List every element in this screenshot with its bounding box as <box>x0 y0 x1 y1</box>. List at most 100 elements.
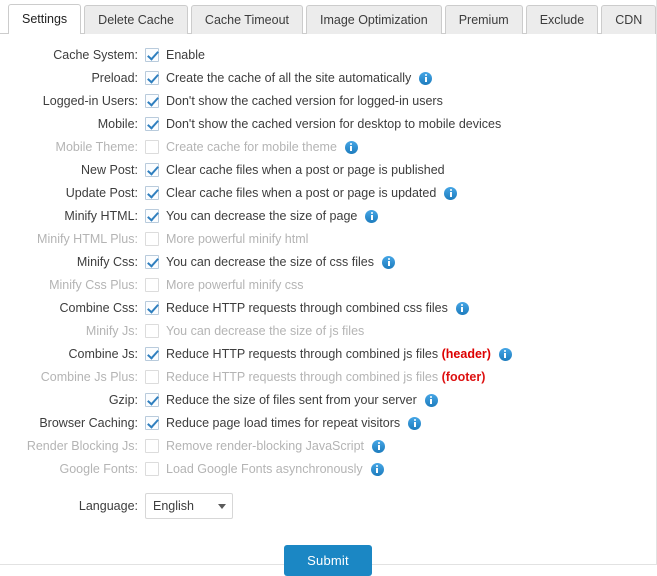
row-render-blocking-js: Render Blocking Js: Remove render-blockin… <box>0 435 656 457</box>
checkbox-label-new-post[interactable]: Clear cache files when a post or page is… <box>166 164 445 177</box>
checkbox-google-fonts <box>145 462 159 476</box>
checkbox-browser-caching[interactable] <box>145 416 159 430</box>
info-icon-render-blocking-js[interactable] <box>372 439 386 453</box>
checkbox-render-blocking-js <box>145 439 159 453</box>
checkbox-label-logged-in-users[interactable]: Don't show the cached version for logged… <box>166 95 443 108</box>
checkbox-label-gzip[interactable]: Reduce the size of files sent from your … <box>166 394 417 407</box>
info-icon-minify-css[interactable] <box>382 255 395 269</box>
checkbox-label-minify-js: You can decrease the size of js files <box>166 323 365 338</box>
checkbox-logged-in-users[interactable] <box>145 94 159 108</box>
field-minify-css-plus: More powerful minify css <box>145 278 656 292</box>
checkbox-label-mobile-theme: Create cache for mobile theme <box>166 139 337 154</box>
checkbox-label-cache-system[interactable]: Enable <box>166 49 205 62</box>
row-minify-js: Minify Js: You can decrease the size of j… <box>0 320 656 342</box>
info-icon-combine-js[interactable] <box>498 347 512 361</box>
checkbox-label-minify-css-plus: More powerful minify css <box>166 277 304 292</box>
checkbox-label-update-post[interactable]: Clear cache files when a post or page is… <box>166 187 436 200</box>
checkbox-gzip[interactable] <box>145 393 159 407</box>
label-render-blocking-js: Render Blocking Js: <box>26 438 138 453</box>
checkbox-label-emphasis: (header) <box>441 346 491 361</box>
checkbox-label-mobile[interactable]: Don't show the cached version for deskto… <box>166 118 501 131</box>
info-icon-minify-html[interactable] <box>365 209 379 223</box>
field-browser-caching: Reduce page load times for repeat visito… <box>145 416 656 430</box>
checkbox-label-text: Reduce HTTP requests through combined js… <box>166 346 439 361</box>
field-render-blocking-js: Remove render-blocking JavaScript <box>145 439 656 453</box>
checkbox-combine-js[interactable] <box>145 347 159 361</box>
language-select[interactable]: English <box>145 493 233 519</box>
checkbox-label-preload[interactable]: Create the cache of all the site automat… <box>166 72 411 85</box>
row-mobile-theme: Mobile Theme: Create cache for mobile the… <box>0 136 656 158</box>
checkbox-label-combine-js-plus: Reduce HTTP requests through combined js… <box>166 371 485 384</box>
field-minify-html: You can decrease the size of page <box>145 209 656 223</box>
row-browser-caching: Browser Caching: Reduce page load times f… <box>0 412 656 434</box>
checkbox-label-render-blocking-js: Remove render-blocking JavaScript <box>166 438 365 453</box>
checkbox-minify-html[interactable] <box>145 209 159 223</box>
tab-cdn[interactable]: CDN <box>601 4 657 34</box>
tab-exclude[interactable]: Exclude <box>525 4 599 34</box>
checkbox-combine-js-plus <box>145 370 159 384</box>
field-minify-css: You can decrease the size of css files <box>145 255 656 269</box>
field-combine-js: Reduce HTTP requests through combined js… <box>145 347 656 361</box>
row-logged-in-users: Logged-in Users: Don't show the cached ve… <box>0 90 656 112</box>
label-minify-css: Minify Css: <box>76 254 138 269</box>
field-google-fonts: Load Google Fonts asynchronously <box>145 462 656 476</box>
tab-cache-timeout[interactable]: Cache Timeout <box>190 4 303 34</box>
label-combine-js-plus: Combine Js Plus: <box>40 369 138 384</box>
info-icon-mobile-theme[interactable] <box>344 140 358 154</box>
row-minify-html: Minify HTML: You can decrease the size of… <box>0 205 656 227</box>
label-mobile: Mobile: <box>97 116 138 131</box>
language-label: Language: <box>78 498 138 513</box>
field-combine-css: Reduce HTTP requests through combined cs… <box>145 301 656 315</box>
info-icon-preload[interactable] <box>419 71 433 85</box>
label-preload: Preload: <box>91 70 138 85</box>
tab-delete-cache[interactable]: Delete Cache <box>84 4 188 34</box>
field-minify-js: You can decrease the size of js files <box>145 324 656 338</box>
checkbox-label-combine-css[interactable]: Reduce HTTP requests through combined cs… <box>166 302 448 315</box>
info-icon-update-post[interactable] <box>444 186 458 200</box>
row-combine-css: Combine Css: Reduce HTTP requests through… <box>0 297 656 319</box>
field-gzip: Reduce the size of files sent from your … <box>145 393 656 407</box>
label-google-fonts: Google Fonts: <box>59 461 138 476</box>
checkbox-preload[interactable] <box>145 71 159 85</box>
label-browser-caching: Browser Caching: <box>39 415 138 430</box>
checkbox-minify-css[interactable] <box>145 255 159 269</box>
checkbox-minify-js <box>145 324 159 338</box>
label-minify-html: Minify HTML: <box>64 208 138 223</box>
checkbox-cache-system[interactable] <box>145 48 159 62</box>
language-select-wrap[interactable]: English <box>145 493 233 519</box>
field-new-post: Clear cache files when a post or page is… <box>145 163 656 177</box>
checkbox-minify-html-plus <box>145 232 159 246</box>
info-icon-combine-css[interactable] <box>455 301 469 315</box>
checkbox-label-minify-css[interactable]: You can decrease the size of css files <box>166 256 374 269</box>
field-logged-in-users: Don't show the cached version for logged… <box>145 94 656 108</box>
label-gzip: Gzip: <box>108 392 138 407</box>
tab-image-optimization[interactable]: Image Optimization <box>306 4 442 34</box>
label-mobile-theme: Mobile Theme: <box>55 139 138 154</box>
tab-premium[interactable]: Premium <box>444 4 523 34</box>
row-gzip: Gzip: Reduce the size of files sent from … <box>0 389 656 411</box>
label-minify-html-plus: Minify HTML Plus: <box>37 231 138 246</box>
checkbox-label-browser-caching[interactable]: Reduce page load times for repeat visito… <box>166 417 400 430</box>
checkbox-mobile[interactable] <box>145 117 159 131</box>
label-logged-in-users: Logged-in Users: <box>42 93 138 108</box>
field-mobile-theme: Create cache for mobile theme <box>145 140 656 154</box>
submit-row: Submit <box>0 545 656 576</box>
checkbox-new-post[interactable] <box>145 163 159 177</box>
row-combine-js: Combine Js: Reduce HTTP requests through … <box>0 343 656 365</box>
checkbox-combine-css[interactable] <box>145 301 159 315</box>
row-minify-html-plus: Minify HTML Plus: More powerful minify ht… <box>0 228 656 250</box>
submit-button[interactable]: Submit <box>284 545 372 576</box>
row-minify-css: Minify Css: You can decrease the size of … <box>0 251 656 273</box>
row-preload: Preload: Create the cache of all the site… <box>0 67 656 89</box>
language-field: English <box>145 493 656 519</box>
field-cache-system: Enable <box>145 48 656 62</box>
checkbox-update-post[interactable] <box>145 186 159 200</box>
checkbox-label-minify-html[interactable]: You can decrease the size of page <box>166 210 357 223</box>
info-icon-browser-caching[interactable] <box>408 416 422 430</box>
checkbox-label-combine-js[interactable]: Reduce HTTP requests through combined js… <box>166 348 491 361</box>
tab-settings[interactable]: Settings <box>8 3 82 34</box>
info-icon-google-fonts[interactable] <box>370 462 384 476</box>
info-icon-gzip[interactable] <box>424 393 438 407</box>
label-new-post: New Post: <box>81 162 138 177</box>
row-google-fonts: Google Fonts: Load Google Fonts asynchron… <box>0 458 656 480</box>
